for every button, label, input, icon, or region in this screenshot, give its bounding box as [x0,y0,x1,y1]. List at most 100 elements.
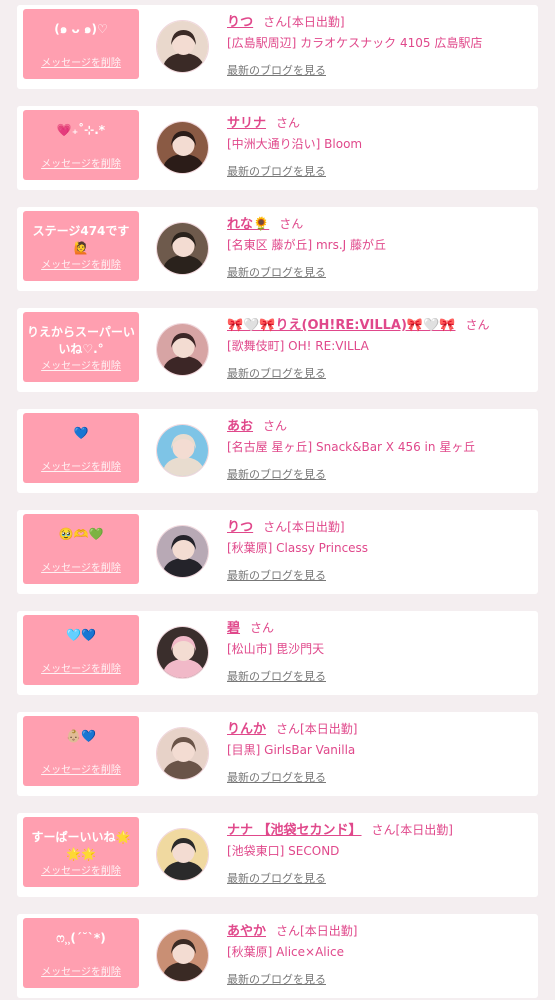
message-box: 🥹🫶💚 メッセージを削除 [23,514,139,584]
status-badge: [本日出勤] [300,924,358,938]
message-list: (๑ ᴗ ๑)♡ メッセージを削除 りつ さん[本日出勤] [広島駅周辺] カラオケスナ… [0,0,555,1000]
cast-name-link[interactable]: あやか [227,924,266,939]
delete-message-link[interactable]: メッセージを削除 [23,256,139,271]
list-item: 🩵💙 メッセージを削除 碧さん [松山市] 毘沙門天 最新のブログを見る [17,611,538,695]
avatar[interactable] [156,424,209,477]
delete-message-link[interactable]: メッセージを削除 [23,963,139,978]
message-box: 🩵💙 メッセージを削除 [23,615,139,685]
profile-info: りんか さん[本日出勤] [目黒] GirlsBar Vanilla 最新のブログを見… [227,718,532,785]
profile-info: れな🌻 さん [名東区 藤が丘] mrs.J 藤が丘 最新のブログを見る [227,213,532,280]
profile-info: あお さん [名古屋 星ヶ丘] Snack&Bar X 456 in 星ヶ丘 最新のブ… [227,415,532,482]
cast-name-link[interactable]: りつ [227,15,253,30]
avatar[interactable] [156,727,209,780]
cast-name-link[interactable]: ナナ 【池袋セカンド】 [227,823,362,838]
latest-blog-link[interactable]: 最新のブログを見る [227,567,326,583]
shop-info: [松山市] 毘沙門天 [227,642,325,656]
list-item: 👶🏼💙 メッセージを削除 りんか さん[本日出勤] [目黒] GirlsBar Vani… [17,712,538,796]
avatar-image [157,21,208,72]
status-badge: [本日出勤] [287,520,345,534]
profile-info: ナナ 【池袋セカンド】 さん[本日出勤] [池袋東口] SECOND 最新のブログを見… [227,819,532,886]
message-text: りえからスーパーいいね♡.° [27,325,135,356]
honorific: さん [465,318,490,332]
avatar[interactable] [156,828,209,881]
delete-message-link[interactable]: メッセージを削除 [23,660,139,675]
latest-blog-link[interactable]: 最新のブログを見る [227,971,326,987]
status-badge: [本日出勤] [287,15,345,29]
avatar[interactable] [156,20,209,73]
list-item: (๑ ᴗ ๑)♡ メッセージを削除 りつ さん[本日出勤] [広島駅周辺] カラオケスナ… [17,5,538,89]
shop-info: [名東区 藤が丘] mrs.J 藤が丘 [227,238,387,252]
delete-message-link[interactable]: メッセージを削除 [23,559,139,574]
honorific: さん [371,823,396,837]
latest-blog-link[interactable]: 最新のブログを見る [227,163,326,179]
profile-info: りつ さん[本日出勤] [秋葉原] Classy Princess 最新のブログを見る [227,516,532,583]
list-item: 💙 メッセージを削除 あお さん [名古屋 星ヶ丘] Snack&Bar X 456 i… [17,409,538,493]
latest-blog-link[interactable]: 最新のブログを見る [227,668,326,684]
message-box: りえからスーパーいいね♡.° メッセージを削除 [23,312,139,382]
cast-name-link[interactable]: れな🌻 [227,217,269,232]
message-text: 💙 [73,426,89,440]
honorific: さん [250,621,275,635]
shop-info: [秋葉原] Classy Princess [227,541,369,555]
honorific: さん [263,15,288,29]
message-box: 👶🏼💙 メッセージを削除 [23,716,139,786]
honorific: さん [276,722,301,736]
avatar-image [157,829,208,880]
profile-info: 碧さん [松山市] 毘沙門天 最新のブログを見る [227,617,532,684]
avatar[interactable] [156,525,209,578]
honorific: さん [279,217,304,231]
avatar-image [157,223,208,274]
delete-message-link[interactable]: メッセージを削除 [23,54,139,69]
honorific: さん [276,924,301,938]
latest-blog-link[interactable]: 最新のブログを見る [227,466,326,482]
latest-blog-link[interactable]: 最新のブログを見る [227,264,326,280]
latest-blog-link[interactable]: 最新のブログを見る [227,365,326,381]
avatar-image [157,324,208,375]
list-item: ステージ474です🙋 メッセージを削除 れな🌻 さん [名東区 藤が丘] mrs.J 藤… [17,207,538,291]
latest-blog-link[interactable]: 最新のブログを見る [227,870,326,886]
avatar[interactable] [156,626,209,679]
shop-info: [広島駅周辺] カラオケスナック 4105 広島駅店 [227,36,483,50]
message-box: ステージ474です🙋 メッセージを削除 [23,211,139,281]
cast-name-link[interactable]: りつ [227,520,253,535]
avatar-image [157,122,208,173]
shop-info: [名古屋 星ヶ丘] Snack&Bar X 456 in 星ヶ丘 [227,440,476,454]
delete-message-link[interactable]: メッセージを削除 [23,357,139,372]
status-badge: [本日出勤] [395,823,453,837]
list-item: すーぱーいいね🌟🌟🌟 メッセージを削除 ナナ 【池袋セカンド】 さん[本日出勤] [池袋… [17,813,538,897]
cast-name-link[interactable]: サリナ [227,116,266,131]
delete-message-link[interactable]: メッセージを削除 [23,458,139,473]
avatar[interactable] [156,929,209,982]
shop-info: [目黒] GirlsBar Vanilla [227,743,356,757]
list-item: 🥹🫶💚 メッセージを削除 りつ さん[本日出勤] [秋葉原] Classy Prince… [17,510,538,594]
list-item: ෆ⸒⸒(´˘`*) メッセージを削除 あやか さん[本日出勤] [秋葉原] Alice×… [17,914,538,998]
cast-name-link[interactable]: 碧 [227,621,240,636]
avatar-image [157,526,208,577]
status-badge: [本日出勤] [300,722,358,736]
latest-blog-link[interactable]: 最新のブログを見る [227,769,326,785]
delete-message-link[interactable]: メッセージを削除 [23,761,139,776]
delete-message-link[interactable]: メッセージを削除 [23,155,139,170]
message-text: 🥹🫶💚 [58,527,104,541]
avatar[interactable] [156,222,209,275]
cast-name-link[interactable]: りんか [227,722,266,737]
shop-info: [池袋東口] SECOND [227,844,340,858]
message-text: 🩵💙 [66,628,96,642]
message-box: (๑ ᴗ ๑)♡ メッセージを削除 [23,9,139,79]
message-text: (๑ ᴗ ๑)♡ [54,22,108,36]
avatar[interactable] [156,323,209,376]
profile-info: サリナ さん [中洲大通り沿い] Bloom 最新のブログを見る [227,112,532,179]
avatar-image [157,728,208,779]
latest-blog-link[interactable]: 最新のブログを見る [227,62,326,78]
cast-name-link[interactable]: あお [227,419,253,434]
avatar-image [157,425,208,476]
delete-message-link[interactable]: メッセージを削除 [23,862,139,877]
avatar[interactable] [156,121,209,174]
profile-info: りつ さん[本日出勤] [広島駅周辺] カラオケスナック 4105 広島駅店 最新のブ… [227,11,532,78]
shop-info: [歌舞伎町] OH! RE:VILLA [227,339,369,353]
message-box: 💗₊˚⊹.* メッセージを削除 [23,110,139,180]
message-box: すーぱーいいね🌟🌟🌟 メッセージを削除 [23,817,139,887]
message-box: 💙 メッセージを削除 [23,413,139,483]
cast-name-link[interactable]: 🎀🤍🎀りえ(OH!RE:VILLA)🎀🤍🎀 [227,318,455,333]
profile-info: 🎀🤍🎀りえ(OH!RE:VILLA)🎀🤍🎀 さん [歌舞伎町] OH! RE:VIL… [227,314,532,381]
